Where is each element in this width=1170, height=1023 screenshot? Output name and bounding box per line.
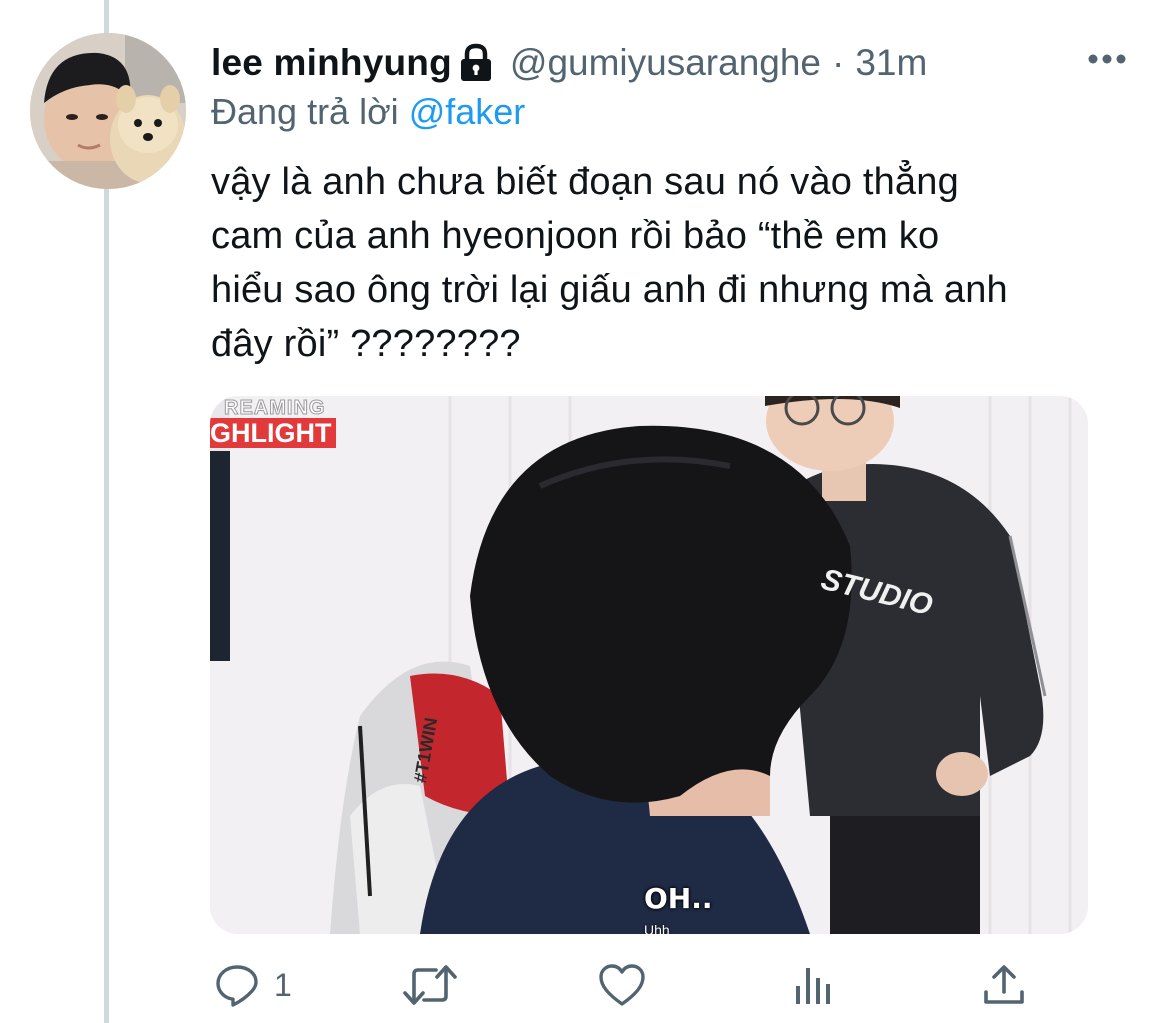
reply-count: 1 xyxy=(274,966,292,1003)
share-button[interactable] xyxy=(982,955,1026,1015)
lock-icon xyxy=(458,43,494,83)
separator-dot: · xyxy=(832,42,845,83)
views-button[interactable] xyxy=(792,955,836,1015)
reply-button[interactable]: 1 xyxy=(214,955,292,1015)
heart-icon xyxy=(599,964,645,1006)
media-logo-top: REAMING xyxy=(223,397,326,420)
tweet-media-image[interactable]: REAMING GHLIGHT #T1WIN STUDIO OH.. Uhh xyxy=(210,396,1088,934)
replying-to-prefix: Đang trả lời xyxy=(211,91,399,132)
mention-link[interactable]: @faker xyxy=(409,91,526,132)
display-name[interactable]: lee minhyung xyxy=(211,38,452,88)
timestamp[interactable]: 31m xyxy=(855,38,927,88)
like-button[interactable] xyxy=(598,955,646,1015)
reply-icon xyxy=(216,965,258,1007)
user-handle[interactable]: @gumiyusaranghe xyxy=(510,38,821,88)
action-bar: 1 xyxy=(0,955,1170,1015)
avatar[interactable] xyxy=(30,33,186,189)
tweet-text: vậy là anh chưa biết đoạn sau nó vào thẳ… xyxy=(211,161,1008,365)
media-logo-bottom: GHLIGHT xyxy=(210,418,336,448)
video-subcaption: Uhh xyxy=(644,922,670,934)
tweet-header: lee minhyung @gumiyusaranghe · 31m xyxy=(211,38,1141,88)
views-icon xyxy=(796,968,830,1004)
video-frame xyxy=(210,396,1088,934)
video-caption: OH.. xyxy=(644,882,713,915)
share-icon xyxy=(984,965,1024,1004)
retweet-button[interactable] xyxy=(402,955,458,1015)
replying-to: Đang trả lời @faker xyxy=(211,88,525,136)
ellipsis-icon[interactable] xyxy=(1085,44,1129,74)
avatar-photo xyxy=(30,33,186,189)
retweet-icon xyxy=(403,965,457,1005)
